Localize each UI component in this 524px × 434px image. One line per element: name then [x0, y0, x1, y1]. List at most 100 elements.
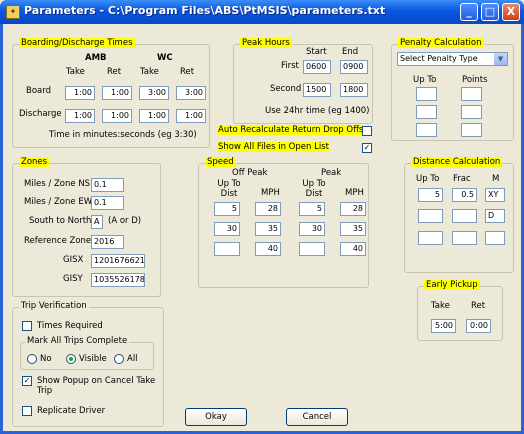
discharge-amb-ret-input[interactable]: 1:00: [102, 109, 132, 123]
distance-m-3[interactable]: [485, 231, 505, 245]
peak-dist-1[interactable]: 5: [299, 202, 325, 216]
peak-dist-2[interactable]: 30: [299, 222, 325, 236]
auto-recalc-label: Auto Recalculate Return Drop Offs: [218, 125, 364, 135]
close-button[interactable]: X: [502, 3, 520, 21]
early-take-input[interactable]: 5:00: [431, 319, 456, 333]
peak-start-header: Start: [306, 47, 327, 57]
offpeak-dist-2[interactable]: 30: [214, 222, 240, 236]
distance-m-header: M: [492, 174, 500, 184]
board-wc-take-input[interactable]: 3:00: [139, 86, 169, 100]
app-icon: ✦: [6, 5, 20, 19]
offpeak-dist-3[interactable]: [214, 242, 240, 256]
gisx-input[interactable]: 1201676621: [91, 254, 145, 268]
early-take-header: Take: [431, 301, 450, 311]
auto-recalc-checkbox[interactable]: [362, 126, 372, 136]
peak-second-start-input[interactable]: 1500: [303, 83, 331, 97]
board-amb-ret-input[interactable]: 1:00: [102, 86, 132, 100]
gisy-input[interactable]: 1035526178: [91, 273, 145, 287]
distance-upto-header: Up To: [416, 174, 440, 184]
penalty-upto-2[interactable]: [416, 105, 437, 119]
peak-hours-title: Peak Hours: [240, 38, 292, 48]
replicate-driver-label: Replicate Driver: [37, 406, 106, 416]
offpeak-dist-1[interactable]: 5: [214, 202, 240, 216]
trip-verification-group: Trip Verification Times Required Mark Al…: [12, 301, 164, 427]
penalty-upto-1[interactable]: [416, 87, 437, 101]
mark-all-all-label: All: [127, 354, 138, 364]
amb-ret-header: Ret: [107, 67, 122, 77]
boarding-note: Time in minutes:seconds (eg 3:30): [49, 130, 197, 140]
offpeak-mph-3[interactable]: 40: [255, 242, 281, 256]
south-to-north-label: South to North: [29, 216, 92, 226]
penalty-points-2[interactable]: [461, 105, 482, 119]
speed-group: Speed Off Peak Peak Up To Dist MPH Up To…: [198, 157, 369, 288]
okay-button[interactable]: Okay: [185, 408, 247, 426]
distance-frac-1[interactable]: 0.5: [452, 188, 477, 202]
title-bar[interactable]: ✦ Parameters - C:\Program Files\ABS\PtMS…: [0, 0, 524, 24]
early-ret-header: Ret: [471, 301, 486, 311]
show-popup-checkbox[interactable]: ✓: [22, 376, 32, 386]
board-wc-ret-input[interactable]: 3:00: [176, 86, 206, 100]
zone-ns-input[interactable]: 0.1: [91, 178, 124, 192]
penalty-type-select[interactable]: Select Penalty Type ▼: [397, 52, 508, 66]
amb-header: AMB: [85, 53, 107, 63]
times-required-checkbox[interactable]: [22, 321, 32, 331]
distance-frac-2[interactable]: [452, 209, 477, 223]
offpeak-mph-1[interactable]: 28: [255, 202, 281, 216]
distance-group: Distance Calculation Up To Frac M 5 0.5 …: [404, 157, 514, 273]
peak-mph-header: MPH: [345, 188, 364, 198]
mark-all-no-radio[interactable]: [27, 354, 37, 364]
reference-zone-input[interactable]: 2016: [91, 235, 124, 249]
south-to-north-hint: (A or D): [108, 216, 142, 226]
times-required-label: Times Required: [37, 321, 103, 331]
peak-first-end-input[interactable]: 0900: [340, 60, 368, 74]
penalty-points-3[interactable]: [461, 123, 482, 137]
peak-first-start-input[interactable]: 0600: [303, 60, 331, 74]
discharge-label: Discharge: [19, 109, 62, 119]
show-all-files-checkbox[interactable]: ✓: [362, 143, 372, 153]
penalty-upto-3[interactable]: [416, 123, 437, 137]
peak-upto-dist-header: Up To Dist: [302, 179, 326, 199]
penalty-title: Penalty Calculation: [398, 38, 484, 48]
board-amb-take-input[interactable]: 1:00: [65, 86, 95, 100]
show-popup-label: Show Popup on Cancel Take Trip: [37, 376, 156, 396]
peak-note: Use 24hr time (eg 1400): [265, 106, 370, 116]
mark-all-all-radio[interactable]: [114, 354, 124, 364]
wc-header: WC: [157, 53, 173, 63]
peak-first-label: First: [281, 61, 299, 71]
peak-mph-3[interactable]: 40: [340, 242, 366, 256]
south-to-north-input[interactable]: A: [91, 215, 103, 229]
distance-upto-1[interactable]: 5: [418, 188, 443, 202]
offpeak-mph-2[interactable]: 35: [255, 222, 281, 236]
early-ret-input[interactable]: 0:00: [466, 319, 491, 333]
peak-end-header: End: [342, 47, 359, 57]
amb-take-header: Take: [66, 67, 85, 77]
trip-verification-title: Trip Verification: [19, 301, 89, 311]
board-label: Board: [26, 86, 51, 96]
mark-all-visible-radio[interactable]: [66, 354, 76, 364]
distance-upto-2[interactable]: [418, 209, 443, 223]
zone-ew-input[interactable]: 0.1: [91, 196, 124, 210]
discharge-wc-take-input[interactable]: 1:00: [139, 109, 169, 123]
distance-m-2[interactable]: D: [485, 209, 505, 223]
peak-dist-3[interactable]: [299, 242, 325, 256]
discharge-amb-take-input[interactable]: 1:00: [65, 109, 95, 123]
boarding-discharge-title: Boarding/Discharge Times: [19, 38, 135, 48]
peak-mph-2[interactable]: 35: [340, 222, 366, 236]
distance-upto-3[interactable]: [418, 231, 443, 245]
distance-m-1[interactable]: XY: [485, 188, 505, 202]
replicate-driver-checkbox[interactable]: [22, 406, 32, 416]
peak-second-end-input[interactable]: 1800: [340, 83, 368, 97]
gisy-label: GISY: [63, 274, 83, 284]
zone-ew-label: Miles / Zone EW: [24, 197, 93, 207]
penalty-upto-header: Up To: [413, 75, 437, 85]
minimize-button[interactable]: _: [460, 3, 478, 21]
discharge-wc-ret-input[interactable]: 1:00: [176, 109, 206, 123]
cancel-button[interactable]: Cancel: [286, 408, 348, 426]
penalty-points-1[interactable]: [461, 87, 482, 101]
distance-frac-3[interactable]: [452, 231, 477, 245]
chevron-down-icon[interactable]: ▼: [494, 53, 507, 65]
maximize-button[interactable]: □: [481, 3, 499, 21]
peak-mph-1[interactable]: 28: [340, 202, 366, 216]
early-pickup-group: Early Pickup Take Ret 5:00 0:00: [417, 280, 503, 341]
distance-frac-header: Frac: [453, 174, 471, 184]
